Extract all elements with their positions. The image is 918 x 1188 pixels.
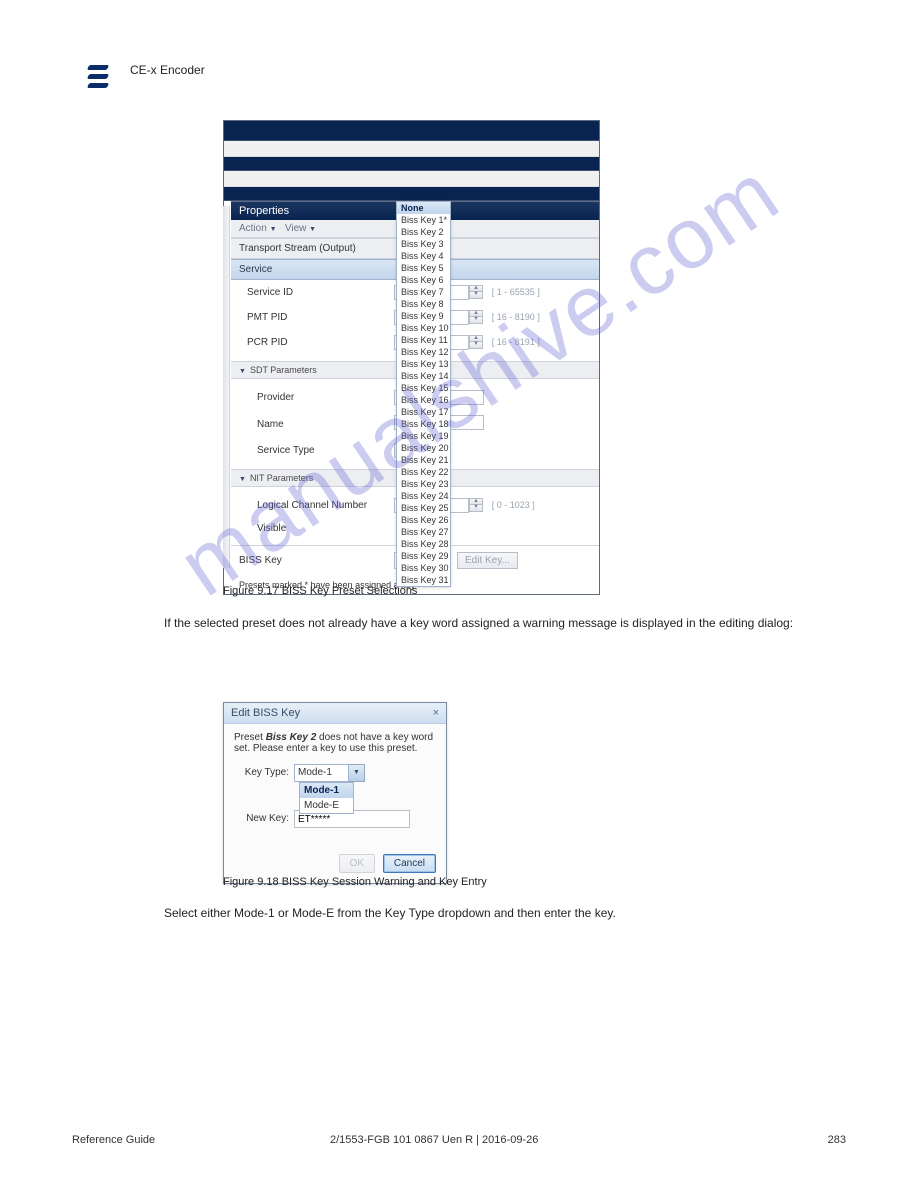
biss-key-option[interactable]: Biss Key 31 — [397, 574, 450, 586]
biss-key-option[interactable]: Biss Key 14 — [397, 370, 450, 382]
pcr-pid-spinner[interactable]: ▲▼ — [469, 335, 483, 350]
key-type-dropdown-list[interactable]: Mode-1Mode-E — [299, 782, 354, 814]
biss-key-option[interactable]: Biss Key 23 — [397, 478, 450, 490]
view-menu[interactable]: View — [285, 223, 307, 234]
biss-key-option[interactable]: Biss Key 26 — [397, 514, 450, 526]
biss-key-option[interactable]: Biss Key 1* — [397, 214, 450, 226]
biss-key-option[interactable]: Biss Key 18 — [397, 418, 450, 430]
brand-logo — [85, 63, 109, 91]
key-type-dropdown-button[interactable]: ▼ — [349, 764, 365, 782]
biss-key-option[interactable]: Biss Key 6 — [397, 274, 450, 286]
action-menu[interactable]: Action — [239, 223, 267, 234]
visible-label: Visible — [239, 523, 394, 534]
edit-biss-dialog: Edit BISS Key × Preset Biss Key 2 does n… — [223, 702, 447, 884]
biss-key-option[interactable]: Biss Key 5 — [397, 262, 450, 274]
new-key-label: New Key: — [234, 810, 294, 828]
name-label: Name — [239, 419, 394, 430]
properties-panel-figure: Properties Action ▼ View ▼ Transport Str… — [223, 120, 600, 595]
biss-key-option[interactable]: Biss Key 4 — [397, 250, 450, 262]
footer-page: 283 — [828, 1134, 846, 1146]
lcn-range: [ 0 - 1023 ] — [492, 500, 535, 510]
biss-key-label: BISS Key — [239, 555, 394, 566]
biss-key-option[interactable]: Biss Key 15 — [397, 382, 450, 394]
service-id-spinner[interactable]: ▲▼ — [469, 285, 483, 300]
edit-key-button[interactable]: Edit Key... — [457, 552, 518, 569]
key-type-option[interactable]: Mode-1 — [300, 783, 353, 798]
document-title: CE-x Encoder — [130, 63, 205, 77]
ok-button[interactable]: OK — [339, 854, 375, 873]
footer-docid: 2/1553-FGB 101 0867 Uen R | 2016-09-26 — [330, 1134, 538, 1146]
pcr-pid-label: PCR PID — [239, 337, 394, 348]
biss-key-option[interactable]: Biss Key 21 — [397, 454, 450, 466]
biss-key-option[interactable]: None — [397, 202, 450, 214]
body-paragraph-3: Select either Mode-1 or Mode-E from the … — [164, 904, 794, 922]
biss-key-option[interactable]: Biss Key 29 — [397, 550, 450, 562]
dialog-message: Preset Biss Key 2 does not have a key wo… — [234, 732, 436, 754]
biss-key-option[interactable]: Biss Key 27 — [397, 526, 450, 538]
biss-key-option[interactable]: Biss Key 20 — [397, 442, 450, 454]
close-icon[interactable]: × — [433, 707, 439, 719]
pmt-pid-label: PMT PID — [239, 312, 394, 323]
pcr-pid-range: [ 16 - 8191 ] — [492, 337, 540, 347]
biss-key-option[interactable]: Biss Key 25 — [397, 502, 450, 514]
biss-key-option[interactable]: Biss Key 17 — [397, 406, 450, 418]
biss-key-option[interactable]: Biss Key 28 — [397, 538, 450, 550]
biss-key-option[interactable]: Biss Key 9 — [397, 310, 450, 322]
body-paragraph-1: If the selected preset does not already … — [164, 614, 794, 632]
biss-key-option[interactable]: Biss Key 12 — [397, 346, 450, 358]
biss-key-option[interactable]: Biss Key 7 — [397, 286, 450, 298]
lcn-label: Logical Channel Number — [239, 500, 394, 511]
biss-key-option[interactable]: Biss Key 16 — [397, 394, 450, 406]
biss-key-dropdown-list[interactable]: NoneBiss Key 1*Biss Key 2Biss Key 3Biss … — [396, 201, 451, 587]
biss-key-option[interactable]: Biss Key 3 — [397, 238, 450, 250]
biss-key-option[interactable]: Biss Key 13 — [397, 358, 450, 370]
provider-label: Provider — [239, 392, 394, 403]
footer-ref: Reference Guide — [72, 1134, 155, 1146]
biss-key-option[interactable]: Biss Key 11 — [397, 334, 450, 346]
biss-key-option[interactable]: Biss Key 2 — [397, 226, 450, 238]
key-type-select[interactable]: Mode-1 — [294, 764, 349, 782]
pmt-pid-range: [ 16 - 8190 ] — [492, 312, 540, 322]
figure-caption-1: Figure 9.17 BISS Key Preset Selections — [223, 585, 417, 597]
biss-key-option[interactable]: Biss Key 10 — [397, 322, 450, 334]
left-gutter — [223, 206, 230, 568]
biss-key-option[interactable]: Biss Key 30 — [397, 562, 450, 574]
biss-key-option[interactable]: Biss Key 22 — [397, 466, 450, 478]
key-type-label: Key Type: — [234, 764, 294, 782]
biss-key-option[interactable]: Biss Key 24 — [397, 490, 450, 502]
service-id-range: [ 1 - 65535 ] — [492, 287, 540, 297]
dialog-title: Edit BISS Key — [231, 707, 300, 719]
service-type-label: Service Type — [239, 445, 394, 456]
pmt-pid-spinner[interactable]: ▲▼ — [469, 310, 483, 325]
cancel-button[interactable]: Cancel — [383, 854, 436, 873]
lcn-spinner[interactable]: ▲▼ — [469, 498, 483, 513]
biss-key-option[interactable]: Biss Key 8 — [397, 298, 450, 310]
figure-caption-2: Figure 9.18 BISS Key Session Warning and… — [223, 876, 487, 888]
key-type-option[interactable]: Mode-E — [300, 798, 353, 813]
biss-key-option[interactable]: Biss Key 19 — [397, 430, 450, 442]
service-id-label: Service ID — [239, 287, 394, 298]
